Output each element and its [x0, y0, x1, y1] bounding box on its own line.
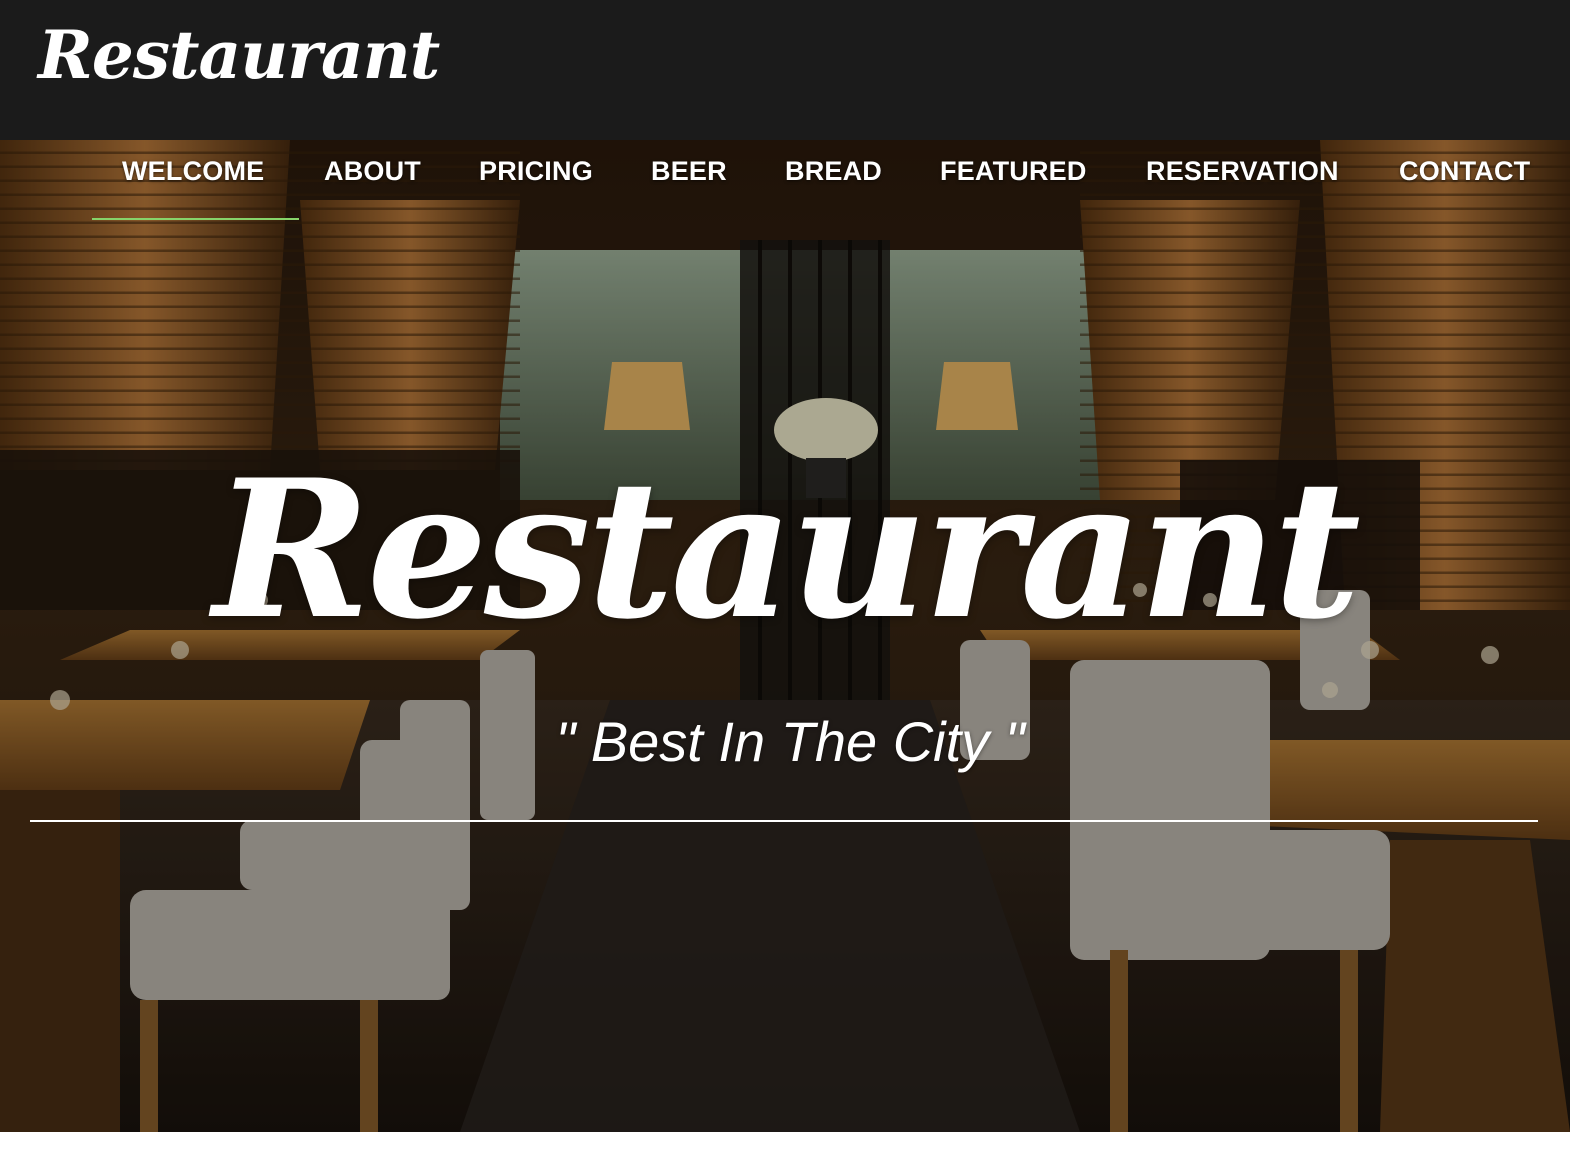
page-bottom [0, 1132, 1570, 1172]
nav-item-featured[interactable]: FEATURED [940, 154, 1087, 188]
active-nav-indicator [92, 218, 299, 220]
brand-logo[interactable]: Restaurant [38, 22, 440, 88]
main-navigation: WELCOME ABOUT PRICING BEER BREAD FEATURE… [0, 140, 1570, 224]
nav-item-reservation[interactable]: RESERVATION [1146, 154, 1339, 188]
nav-item-contact[interactable]: CONTACT [1399, 154, 1530, 188]
hero-tagline: " Best In The City " [555, 710, 1025, 773]
hero-divider [30, 820, 1538, 822]
nav-item-pricing[interactable]: PRICING [479, 154, 593, 188]
top-bar: Restaurant [0, 0, 1570, 140]
hero-title: Restaurant [213, 438, 1361, 661]
nav-item-welcome[interactable]: WELCOME [122, 154, 264, 188]
nav-item-beer[interactable]: BEER [651, 154, 727, 188]
nav-item-bread[interactable]: BREAD [785, 154, 882, 188]
nav-item-about[interactable]: ABOUT [324, 154, 421, 188]
